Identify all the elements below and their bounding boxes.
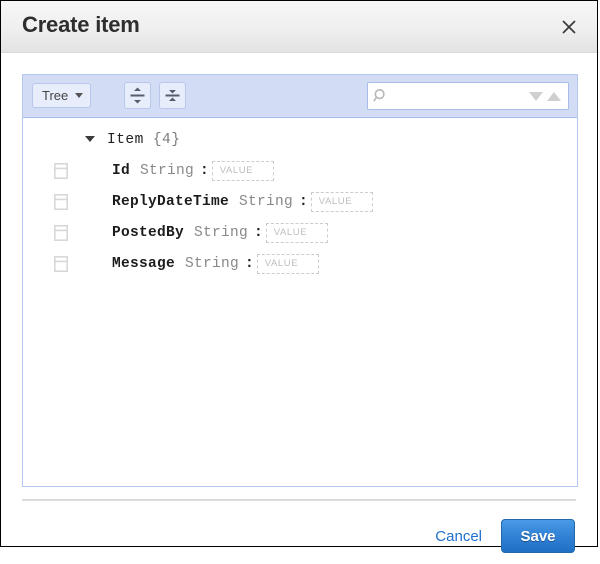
close-button[interactable] (555, 13, 583, 41)
field-separator: : (299, 194, 308, 210)
field-key: PostedBy (112, 225, 184, 241)
footer-divider (22, 499, 576, 501)
table-row[interactable]: ReplyDateTime String : VALUE (23, 186, 577, 217)
field-type: String (239, 194, 293, 210)
field-key: Message (112, 256, 175, 272)
table-row[interactable]: Message String : VALUE (23, 248, 577, 279)
field-key: Id (112, 163, 130, 179)
table-row[interactable]: Id String : VALUE (23, 155, 577, 186)
expand-all-button[interactable] (124, 82, 151, 109)
drag-handle-icon[interactable] (54, 256, 68, 272)
tree-area: Item {4} Id String : VALUE (23, 118, 577, 486)
drag-handle-icon[interactable] (54, 194, 68, 210)
dialog-body: Tree (1, 53, 597, 546)
field-separator: : (245, 256, 254, 272)
save-button[interactable]: Save (501, 519, 575, 553)
field-value-placeholder: VALUE (319, 196, 352, 207)
search-icon (373, 88, 389, 104)
chevron-down-icon (75, 93, 83, 98)
table-row[interactable]: PostedBy String : VALUE (23, 217, 577, 248)
view-mode-label: Tree (42, 88, 68, 103)
field-separator: : (200, 163, 209, 179)
drag-handle-icon[interactable] (54, 225, 68, 241)
dialog-footer: Cancel Save (1, 508, 597, 564)
root-node-label: Item (107, 132, 144, 148)
field-value-placeholder: VALUE (274, 227, 307, 238)
field-value-input[interactable]: VALUE (311, 192, 373, 212)
field-key: ReplyDateTime (112, 194, 229, 210)
triangle-up-icon[interactable] (547, 92, 561, 101)
field-type: String (185, 256, 239, 272)
field-value-placeholder: VALUE (220, 165, 253, 176)
collapse-all-icon (165, 87, 180, 104)
page-title: Create item (22, 12, 140, 38)
editor-toolbar: Tree (23, 75, 577, 118)
json-editor-panel: Tree (22, 74, 578, 487)
create-item-dialog: Create item Tree (0, 0, 598, 547)
field-type: String (194, 225, 248, 241)
view-mode-dropdown[interactable]: Tree (32, 83, 91, 108)
tree-row-root[interactable]: Item {4} (23, 124, 577, 155)
root-node-count: {4} (153, 132, 181, 148)
field-value-input[interactable]: VALUE (257, 254, 319, 274)
field-value-input[interactable]: VALUE (266, 223, 328, 243)
cancel-button[interactable]: Cancel (435, 528, 482, 545)
field-value-input[interactable]: VALUE (212, 161, 274, 181)
drag-handle-icon[interactable] (54, 163, 68, 179)
search-navigation (529, 92, 568, 101)
dialog-header: Create item (1, 1, 597, 53)
field-type: String (140, 163, 194, 179)
search-box[interactable] (367, 82, 569, 110)
caret-down-icon[interactable] (85, 136, 95, 142)
collapse-all-button[interactable] (159, 82, 186, 109)
search-input[interactable] (389, 89, 529, 103)
triangle-down-icon[interactable] (529, 92, 543, 101)
expand-all-icon (130, 87, 145, 104)
field-separator: : (254, 225, 263, 241)
field-value-placeholder: VALUE (265, 258, 298, 269)
close-icon (561, 19, 577, 35)
